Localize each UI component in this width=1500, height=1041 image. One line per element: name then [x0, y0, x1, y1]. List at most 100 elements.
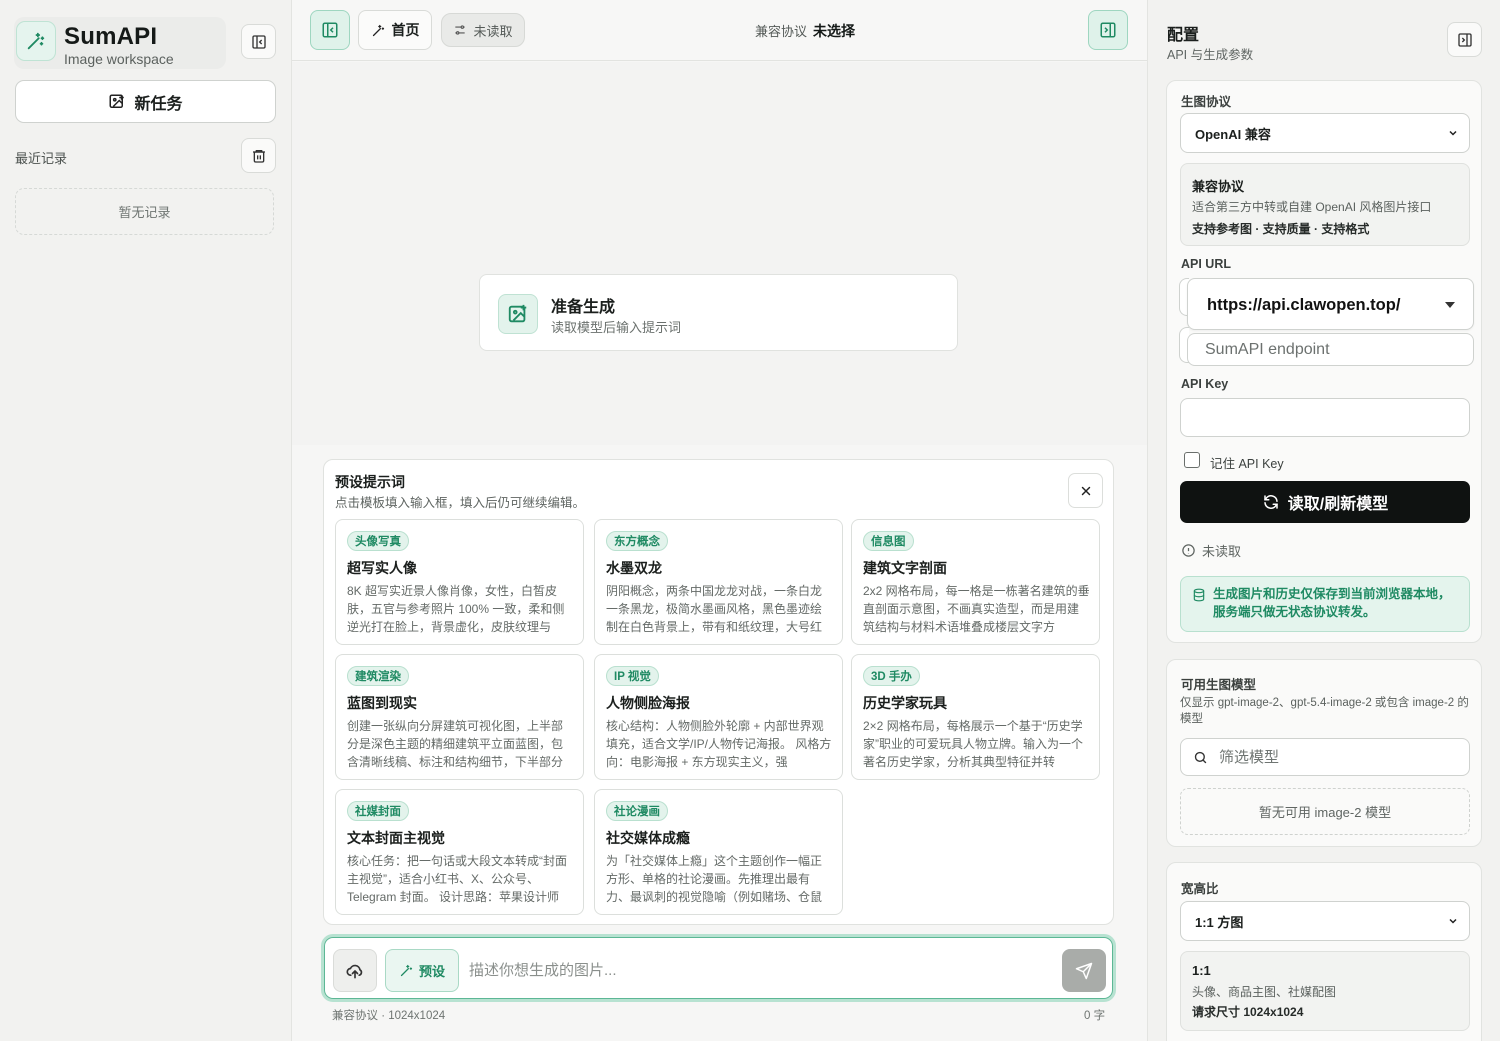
preset-card[interactable]: 建筑渲染 蓝图到现实 创建一张纵向分屏建筑可视化图，上半部分是深色主题的精细建筑…: [335, 654, 584, 780]
protocol-select[interactable]: OpenAI 兼容: [1180, 113, 1470, 153]
preset-title: 建筑文字剖面: [863, 560, 947, 576]
magic-wand-icon: [400, 964, 413, 977]
preset-desc: 2×2 网格布局，每格展示一个基于“历史学家”职业的可爱玩具人物立牌。输入为一个…: [863, 719, 1083, 769]
preset-card[interactable]: 3D 手办 历史学家玩具 2×2 网格布局，每格展示一个基于“历史学家”职业的可…: [851, 654, 1100, 780]
protocol-indicator-label: 兼容协议: [755, 24, 808, 39]
ready-subtitle: 读取模型后输入提示词: [551, 320, 682, 335]
api-url-value: https://api.clawopen.top/: [1207, 296, 1401, 314]
magic-wand-icon: [372, 24, 384, 36]
close-preset-button[interactable]: [1068, 473, 1103, 508]
search-icon: [1194, 751, 1207, 764]
preset-panel-subtitle: 点击模板填入输入框，填入后仍可继续编辑。: [335, 496, 586, 510]
remember-key-checkbox[interactable]: [1184, 452, 1200, 468]
model-filter-input[interactable]: [1219, 739, 1459, 775]
send-button[interactable]: [1062, 949, 1106, 992]
collapse-sidebar-button[interactable]: [241, 24, 276, 59]
preset-card[interactable]: 社论漫画 社交媒体成瘾 为「社交媒体上瘾」这个主题创作一幅正方形、单格的社论漫画…: [594, 789, 843, 915]
panel-right-icon: [1457, 32, 1472, 47]
privacy-note-text: 生成图片和历史仅保存到当前浏览器本地，服务端只做无状态协议转发。: [1213, 587, 1451, 619]
brand: SumAPI Image workspace: [14, 17, 226, 69]
preset-card[interactable]: 信息图 建筑文字剖面 2x2 网格布局，每一格是一栋著名建筑的垂直剖面示意图，不…: [851, 519, 1100, 645]
preset-panel-title: 预设提示词: [335, 474, 405, 490]
image-plus-icon: [498, 294, 538, 334]
models-desc: 仅显示 gpt-image-2、gpt-5.4-image-2 或包含 imag…: [1180, 697, 1469, 725]
new-task-button[interactable]: 新任务: [15, 80, 276, 123]
model-filter[interactable]: [1180, 738, 1470, 776]
send-icon: [1075, 962, 1093, 979]
preset-desc: 阴阳概念，两条中国龙龙对战，一条白龙一条黑龙，极简水墨画风格，黑色墨迹绘制在白色…: [606, 584, 823, 634]
protocol-select-value: OpenAI 兼容: [1195, 126, 1271, 142]
preset-title: 超写实人像: [347, 560, 417, 576]
aspect-info: 1:1 头像、商品主图、社媒配图 请求尺寸 1024x1024: [1180, 951, 1470, 1031]
load-models-button[interactable]: 读取/刷新模型: [1180, 481, 1470, 523]
toggle-left-panel-button[interactable]: [310, 10, 350, 50]
info-circle-icon: [1182, 544, 1195, 557]
protocol-indicator-value: 未选择: [813, 23, 856, 39]
preset-panel: 预设提示词 点击模板填入输入框，填入后仍可继续编辑。 头像写真 超写实人像 8K…: [323, 459, 1114, 925]
refresh-icon: [1264, 495, 1278, 509]
preset-desc: 核心结构：人物侧脸外轮廓 + 内部世界观填充，适合文学/IP/人物传记海报。 风…: [606, 719, 832, 769]
trash-icon: [252, 149, 265, 163]
preset-card[interactable]: 社媒封面 文本封面主视觉 核心任务：把一句话或大段文本转成“封面主视觉”，适合小…: [335, 789, 584, 915]
composer-meta: 兼容协议 · 1024x1024: [332, 1010, 446, 1022]
collapse-config-button[interactable]: [1447, 22, 1482, 57]
load-status: 未读取: [1181, 541, 1241, 560]
preset-card[interactable]: 头像写真 超写实人像 8K 超写实近景人像肖像，女性，白皙皮肤，五官与参考照片 …: [335, 519, 584, 645]
preset-desc: 8K 超写实近景人像肖像，女性，白皙皮肤，五官与参考照片 100% 一致，柔和侧…: [347, 584, 565, 634]
model-status-button[interactable]: 未读取: [441, 13, 525, 47]
panel-left-icon: [322, 22, 338, 38]
protocol-indicator: 兼容协议 未选择: [755, 21, 855, 41]
preset-card[interactable]: 东方概念 水墨双龙 阴阳概念，两条中国龙龙对战，一条白龙一条黑龙，极简水墨画风格…: [594, 519, 843, 645]
cloud-upload-icon: [346, 964, 363, 978]
caret-down-icon: [1445, 302, 1455, 308]
protocol-label: 生图协议: [1181, 95, 1232, 109]
preset-button[interactable]: 预设: [385, 949, 459, 992]
privacy-note: 生成图片和历史仅保存到当前浏览器本地，服务端只做无状态协议转发。: [1180, 576, 1470, 632]
endpoint-option[interactable]: SumAPI endpoint: [1187, 333, 1474, 366]
config-panel: 配置 API 与生成参数 生图协议 OpenAI 兼容 兼容协议 适合第三方中转…: [1147, 0, 1500, 1041]
protocol-info-features: 支持参考图 · 支持质量 · 支持格式: [1192, 222, 1370, 236]
toggle-right-panel-button[interactable]: [1088, 10, 1128, 50]
preset-tag: 3D 手办: [863, 666, 920, 686]
no-models-message: 暂无可用 image-2 模型: [1180, 788, 1470, 835]
protocol-info: 兼容协议 适合第三方中转或自建 OpenAI 风格图片接口 支持参考图 · 支持…: [1180, 163, 1470, 246]
database-icon: [1193, 588, 1205, 602]
load-status-label: 未读取: [1202, 544, 1242, 559]
ready-title: 准备生成: [551, 299, 616, 316]
upload-reference-button[interactable]: [333, 949, 377, 992]
left-sidebar: SumAPI Image workspace 新任务 最近记录 暂无记录: [0, 0, 292, 1041]
preset-tag: 建筑渲染: [347, 666, 409, 686]
models-title: 可用生图模型: [1181, 678, 1257, 692]
models-section: 可用生图模型 仅显示 gpt-image-2、gpt-5.4-image-2 或…: [1166, 659, 1482, 847]
prompt-composer: 预设: [321, 934, 1116, 1002]
api-url-label: API URL: [1181, 257, 1231, 271]
close-icon: [1081, 486, 1090, 495]
api-url-combobox[interactable]: https://api.clawopen.top/: [1187, 278, 1474, 330]
aspect-title: 宽高比: [1181, 882, 1219, 896]
preset-title: 人物侧脸海报: [606, 695, 690, 711]
prompt-input[interactable]: [469, 949, 1049, 992]
aspect-select[interactable]: 1:1 方图: [1180, 901, 1470, 941]
preset-tag: 社媒封面: [347, 801, 409, 821]
api-key-input[interactable]: [1180, 398, 1470, 437]
load-models-label: 读取/刷新模型: [1287, 496, 1389, 513]
preset-card[interactable]: IP 视觉 人物侧脸海报 核心结构：人物侧脸外轮廓 + 内部世界观填充，适合文学…: [594, 654, 843, 780]
preset-button-label: 预设: [418, 964, 445, 979]
new-task-label: 新任务: [134, 95, 183, 113]
clear-history-button[interactable]: [241, 138, 276, 173]
home-label: 首页: [391, 22, 420, 38]
panel-left-icon: [251, 34, 266, 49]
preset-tag: 头像写真: [347, 531, 409, 551]
home-button[interactable]: 首页: [358, 10, 432, 50]
preset-title: 蓝图到现实: [347, 695, 417, 711]
canvas-area: [292, 62, 1147, 445]
image-plus-icon: [109, 94, 125, 108]
preset-title: 社交媒体成瘾: [606, 830, 690, 846]
char-count: 0 字: [1084, 1010, 1106, 1022]
recent-records-label: 最近记录: [15, 151, 68, 166]
config-title: 配置: [1167, 27, 1200, 44]
protocol-info-title: 兼容协议: [1192, 179, 1245, 194]
magic-wand-icon: [16, 21, 56, 61]
preset-title: 文本封面主视觉: [347, 830, 445, 846]
aspect-info-size: 请求尺寸 1024x1024: [1192, 1005, 1304, 1019]
